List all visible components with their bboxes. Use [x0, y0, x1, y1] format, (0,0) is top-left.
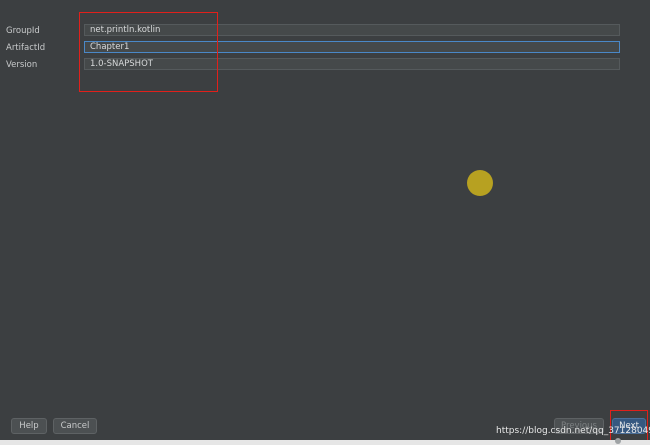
artifactid-label: ArtifactId — [6, 43, 46, 53]
cancel-button[interactable]: Cancel — [53, 418, 97, 434]
help-button[interactable]: Help — [11, 418, 47, 434]
new-project-wizard: GroupId net.println.kotlin ArtifactId Ch… — [0, 0, 650, 445]
bottom-strip — [0, 440, 650, 445]
groupid-label: GroupId — [6, 26, 40, 36]
version-label: Version — [6, 60, 38, 70]
watermark-text: https://blog.csdn.net/qq_37128049 — [496, 426, 650, 436]
cursor-indicator-icon — [467, 170, 493, 196]
fields-highlight-box — [79, 12, 218, 92]
help-hint-icon — [615, 438, 621, 444]
